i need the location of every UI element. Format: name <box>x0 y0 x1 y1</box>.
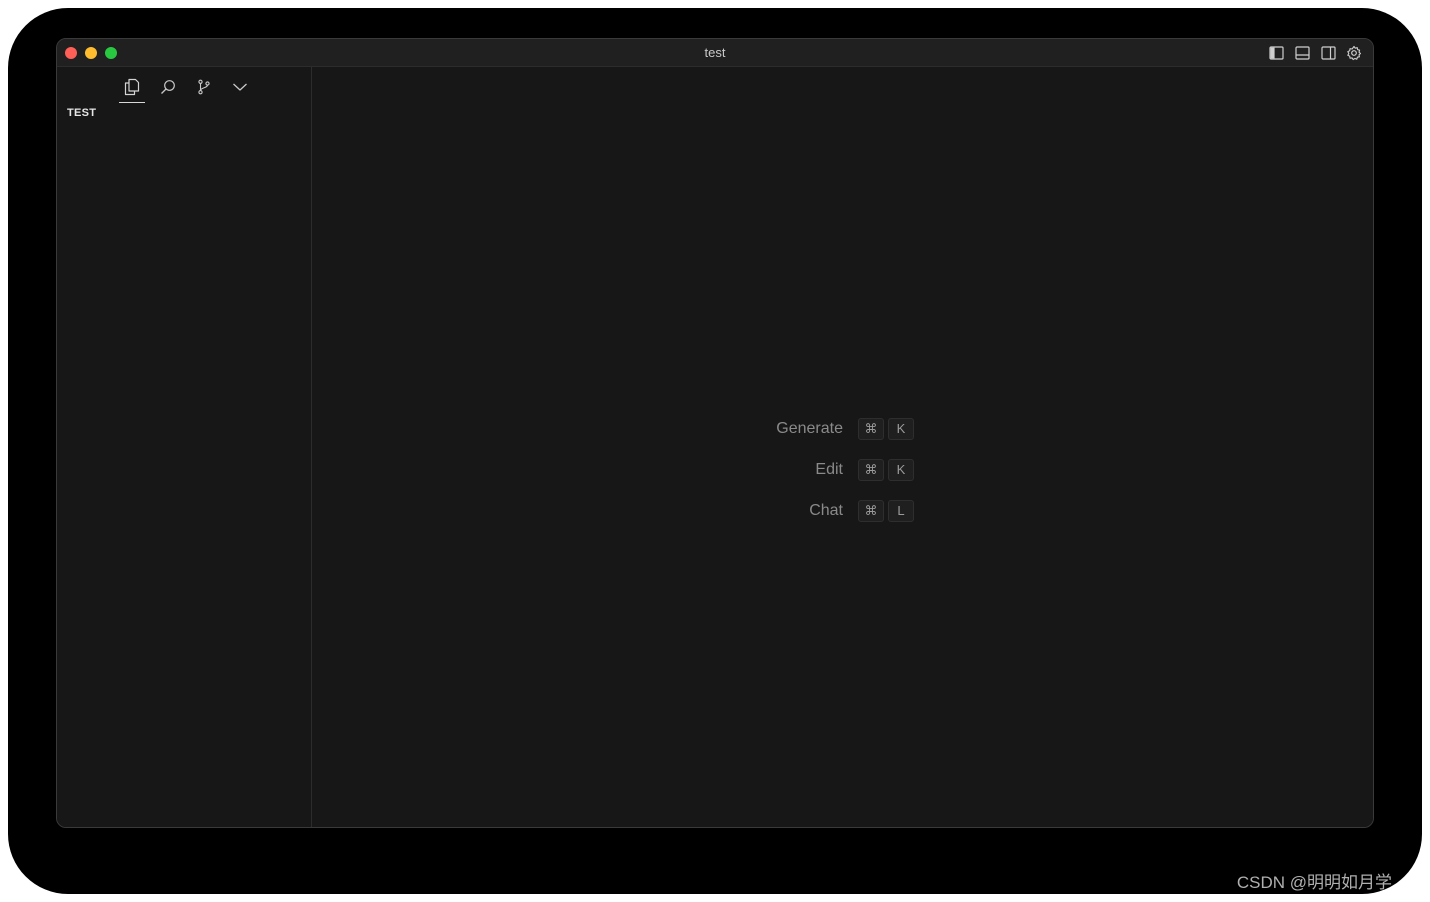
tab-source-control[interactable] <box>191 73 217 101</box>
shortcut-label: Generate <box>776 419 843 437</box>
explorer-folder-title[interactable]: TEST <box>67 107 96 119</box>
shortcut-key: ⌘ <box>858 499 884 522</box>
source-watermark: CSDN @明明如月学 <box>1236 873 1392 892</box>
tab-search[interactable] <box>155 73 181 101</box>
shortcut-key: ⌘ <box>858 458 884 481</box>
chevron-down-icon <box>233 83 247 91</box>
search-icon <box>161 80 175 94</box>
editor-area[interactable]: Generate ⌘ K Edit ⌘ K Chat ⌘ L <box>312 67 1373 827</box>
shortcut-key: K <box>888 417 914 440</box>
shortcut-hints: Generate ⌘ K Edit ⌘ K Chat ⌘ L <box>312 415 914 538</box>
layout-controls <box>1267 44 1363 62</box>
title-bar: test <box>57 39 1373 67</box>
app-window: test TEST Generate ⌘ K Edit ⌘ K Chat ⌘ L <box>56 38 1374 828</box>
settings-gear-icon[interactable] <box>1345 44 1363 62</box>
toggle-primary-sidebar-icon[interactable] <box>1267 44 1285 62</box>
toggle-panel-icon[interactable] <box>1293 44 1311 62</box>
shortcut-chat: Chat ⌘ L <box>312 497 914 524</box>
toggle-secondary-sidebar-icon[interactable] <box>1319 44 1337 62</box>
tab-more[interactable] <box>227 73 253 101</box>
source-control-icon <box>198 79 210 95</box>
primary-sidebar: TEST <box>57 67 312 827</box>
tab-explorer[interactable] <box>119 73 145 103</box>
shortcut-label: Chat <box>809 501 843 519</box>
files-icon <box>124 78 140 96</box>
shortcut-generate: Generate ⌘ K <box>312 415 914 442</box>
shortcut-edit: Edit ⌘ K <box>312 456 914 483</box>
activity-tabs <box>119 73 253 103</box>
shortcut-label: Edit <box>815 460 843 478</box>
shortcut-key: K <box>888 458 914 481</box>
screenshot-backdrop: test TEST Generate ⌘ K Edit ⌘ K Chat ⌘ L… <box>0 0 1430 902</box>
shortcut-key: ⌘ <box>858 417 884 440</box>
window-title: test <box>704 45 726 60</box>
shortcut-key: L <box>888 499 914 522</box>
